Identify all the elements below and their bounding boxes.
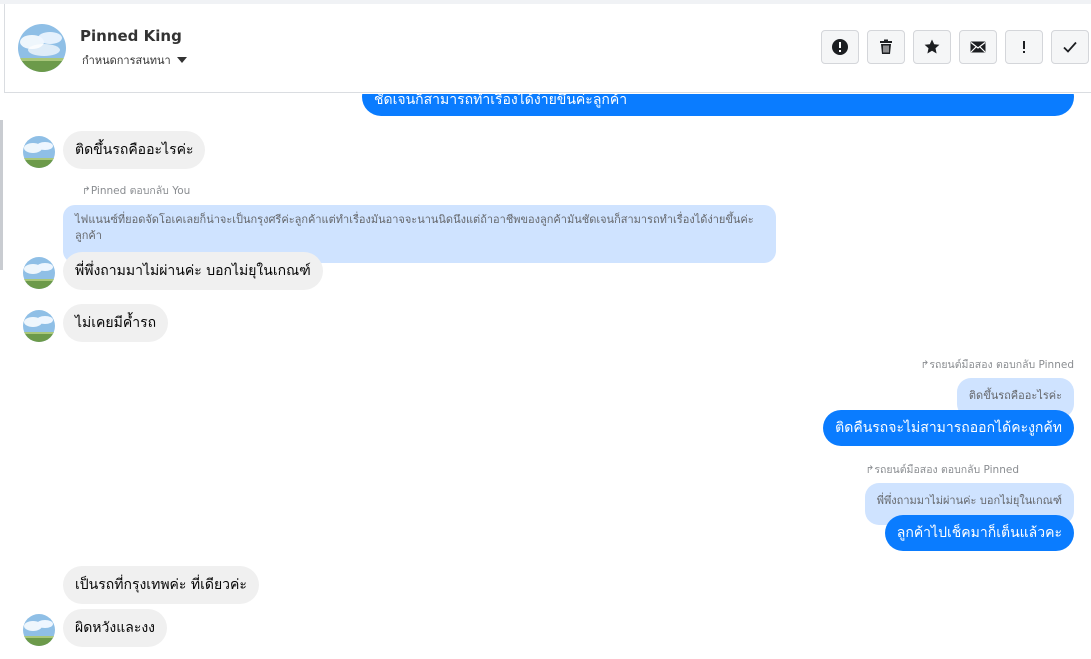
conversation-settings[interactable]: กำหนดการสนทนา	[82, 51, 187, 69]
reply-label: ↱Pinned ตอบกลับ You	[82, 185, 191, 197]
report-button[interactable]	[821, 30, 859, 64]
message-outgoing[interactable]: ชัดเจนก็สามารถทำเรื่องได้ง่ายขึ้นค่ะลูกค…	[362, 94, 1074, 116]
check-icon	[1063, 41, 1077, 53]
important-icon	[1023, 41, 1025, 53]
message-incoming[interactable]: ติดขึ้นรถคืออะไรค่ะ	[63, 131, 206, 169]
important-button[interactable]	[1005, 30, 1043, 64]
message-incoming[interactable]: พี่พึ่งถามมาไม่ผ่านค่ะ บอกไม่ยุในเกณฑ์	[63, 252, 323, 290]
avatar[interactable]	[23, 257, 55, 289]
delete-button[interactable]	[867, 30, 905, 64]
message-incoming[interactable]: เป็นรถที่กรุงเทพค่ะ ที่เดียวค่ะ	[63, 566, 259, 604]
avatar[interactable]	[23, 614, 55, 646]
star-icon	[924, 39, 940, 54]
report-icon	[832, 39, 848, 55]
message-list: ชัดเจนก็สามารถทำเรื่องได้ง่ายขึ้นค่ะลูกค…	[0, 94, 1091, 659]
message-outgoing[interactable]: ลูกค้าไปเช็คมาก็เต็นแล้วคะ	[884, 515, 1074, 551]
message-outgoing[interactable]: ติดคืนรถจะไม่สามารถออกได้คะงูกค้ท	[823, 410, 1074, 446]
conversation-settings-label: กำหนดการสนทนา	[82, 54, 171, 67]
mail-icon	[970, 41, 986, 53]
message-incoming[interactable]: ไม่เคยมีค้ำรถ	[63, 304, 169, 342]
conversation-header: Pinned King กำหนดการสนทนา	[4, 4, 1091, 93]
reply-label: ↱รถยนต์มือสอง ตอบกลับ Pinned	[865, 464, 1019, 476]
star-button[interactable]	[913, 30, 951, 64]
mail-button[interactable]	[959, 30, 997, 64]
mark-done-button[interactable]	[1051, 30, 1089, 64]
reply-label: ↱รถยนต์มือสอง ตอบกลับ Pinned	[920, 359, 1074, 371]
contact-avatar[interactable]	[18, 24, 66, 72]
trash-icon	[880, 39, 892, 54]
contact-name[interactable]: Pinned King	[80, 27, 182, 45]
avatar[interactable]	[23, 136, 55, 168]
header-toolbar	[821, 30, 1089, 64]
message-incoming[interactable]: ผิดหวังและงง	[63, 609, 168, 647]
avatar[interactable]	[23, 310, 55, 342]
chevron-down-icon	[176, 57, 187, 63]
